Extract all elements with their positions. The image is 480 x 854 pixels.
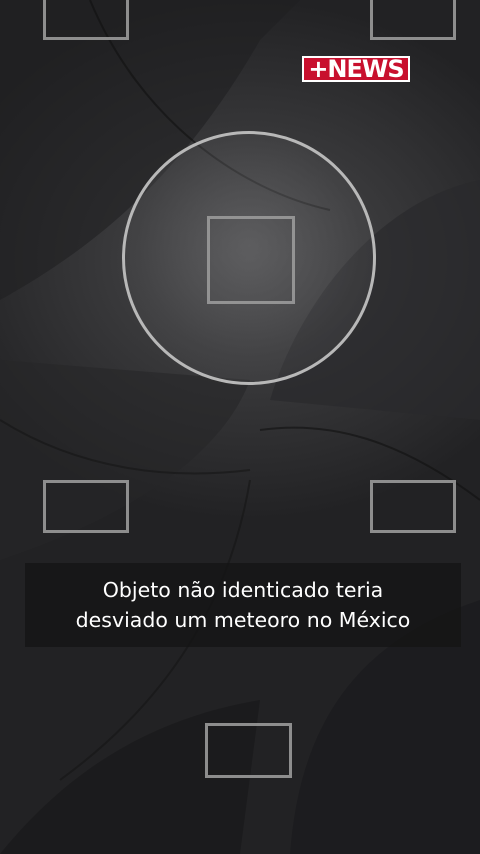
video-frame: +NEWS Objeto não identicado teria desvia… [0, 0, 480, 854]
caption-line-2: desviado um meteoro no México [75, 608, 411, 632]
frame-box-top-right [370, 0, 456, 40]
frame-box-mid-right [370, 480, 456, 533]
news-logo: +NEWS [302, 56, 410, 82]
frame-box-mid-left [43, 480, 129, 533]
news-logo-text: +NEWS [308, 55, 404, 83]
frame-box-bottom-center [205, 723, 292, 778]
caption-line-1: Objeto não identicado teria [102, 578, 384, 602]
caption-box: Objeto não identicado teria desviado um … [25, 563, 461, 647]
frame-box-top-left [43, 0, 129, 40]
frame-box-center [207, 216, 295, 304]
